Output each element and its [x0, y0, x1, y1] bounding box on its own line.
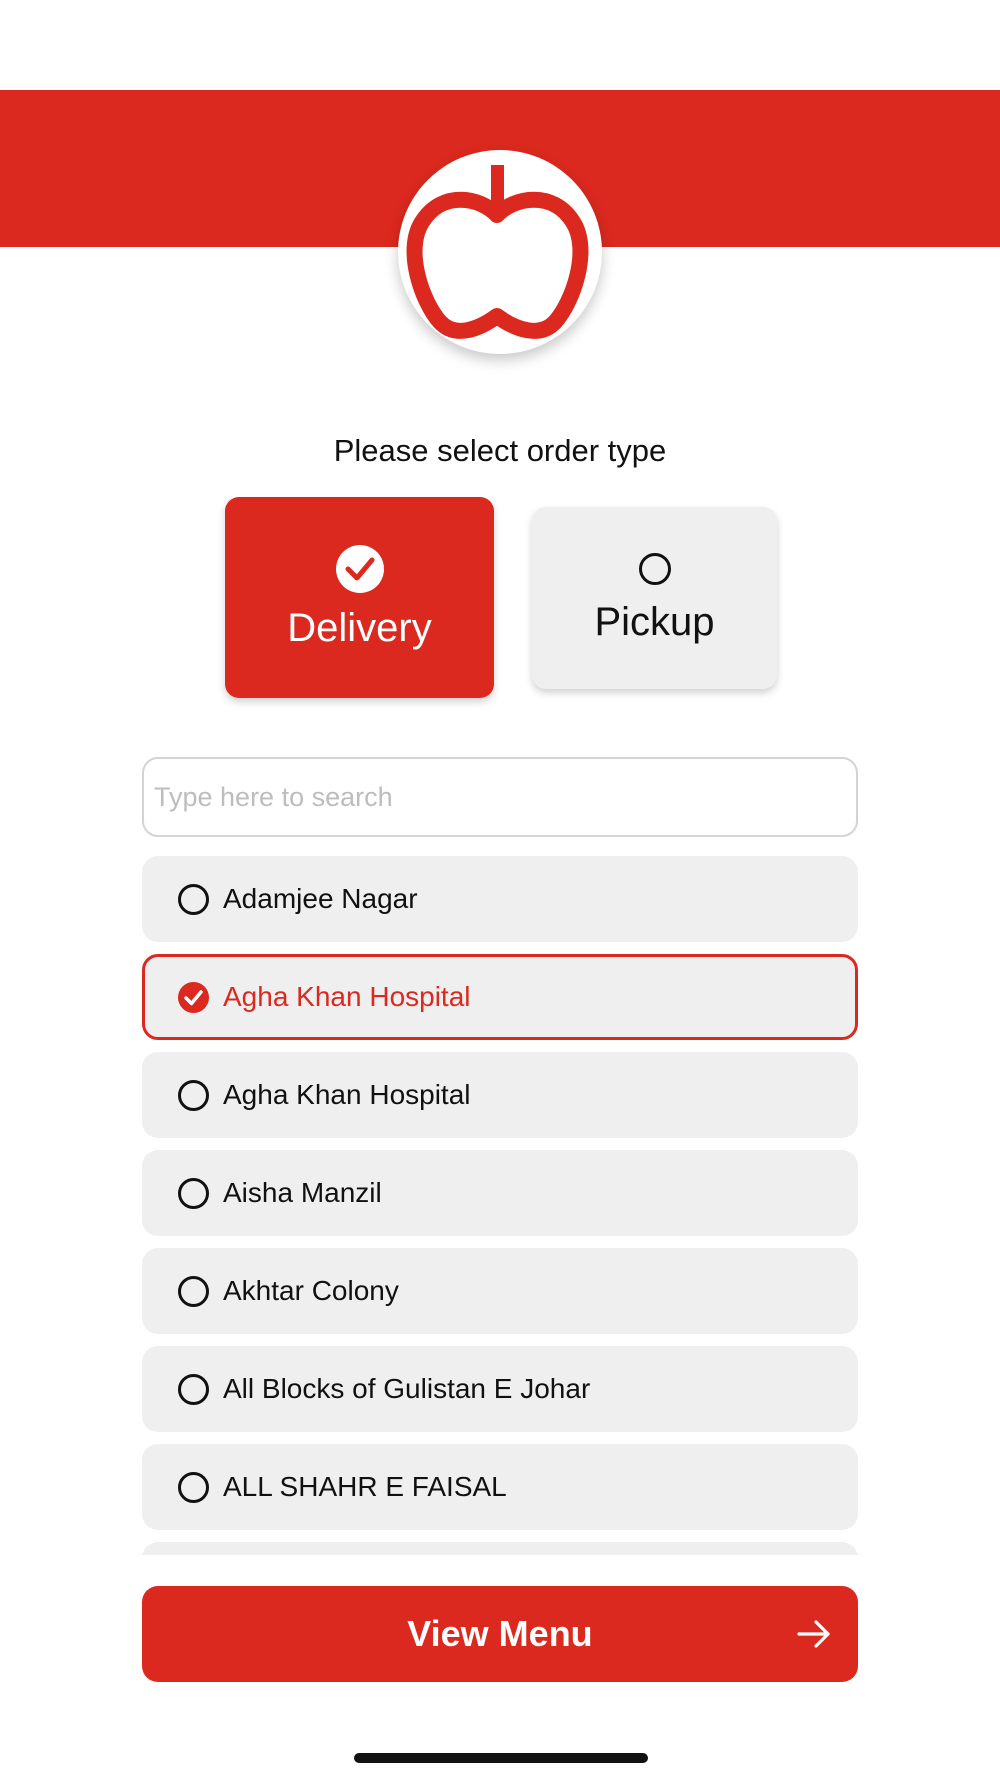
area-label: Akhtar Colony: [223, 1275, 399, 1306]
delivery-label: Delivery: [287, 606, 432, 650]
radio-empty-icon: [178, 1079, 209, 1111]
area-item[interactable]: Aisha Manzil: [142, 1150, 858, 1236]
area-label: ALL SHAHR E FAISAL: [223, 1471, 507, 1502]
area-item[interactable]: All Blocks of Gulistan E Johar: [142, 1346, 858, 1432]
apple-logo-icon: [406, 165, 589, 339]
view-menu-button[interactable]: View Menu: [142, 1586, 858, 1682]
pickup-label: Pickup: [594, 599, 715, 644]
arrow-right-icon: [797, 1620, 830, 1648]
search-input[interactable]: [142, 757, 858, 837]
area-item-partial[interactable]: [142, 1542, 858, 1555]
area-label: Agha Khan Hospital: [223, 981, 471, 1012]
home-indicator: [354, 1753, 648, 1763]
area-label: Aisha Manzil: [223, 1177, 382, 1208]
check-circle-icon: [335, 545, 384, 593]
radio-empty-icon: [178, 1471, 209, 1503]
area-item[interactable]: Adamjee Nagar: [142, 856, 858, 942]
area-item[interactable]: Akhtar Colony: [142, 1248, 858, 1334]
area-label: All Blocks of Gulistan E Johar: [223, 1373, 591, 1404]
delivery-option[interactable]: Delivery: [225, 497, 494, 698]
radio-empty-icon: [178, 1275, 209, 1307]
order-type-title: Please select order type: [333, 433, 667, 468]
area-item[interactable]: ALL SHAHR E FAISAL: [142, 1444, 858, 1530]
radio-empty-icon: [178, 1373, 209, 1405]
area-label: Adamjee Nagar: [223, 883, 418, 914]
pickup-option[interactable]: Pickup: [532, 507, 777, 689]
view-menu-label: View Menu: [407, 1613, 593, 1654]
area-item-selected[interactable]: Agha Khan Hospital: [142, 954, 858, 1040]
area-list[interactable]: Adamjee Nagar Agha Khan Hospital Agha Kh…: [142, 856, 858, 1555]
radio-empty-icon: [178, 883, 209, 915]
area-label: Agha Khan Hospital: [223, 1079, 471, 1110]
radio-empty-icon: [638, 552, 671, 585]
check-circle-icon: [178, 981, 209, 1013]
brand-logo: [398, 150, 602, 354]
radio-empty-icon: [178, 1177, 209, 1209]
area-item[interactable]: Agha Khan Hospital: [142, 1052, 858, 1138]
order-type-screen: Please select order type Delivery Pickup…: [0, 0, 1000, 1778]
